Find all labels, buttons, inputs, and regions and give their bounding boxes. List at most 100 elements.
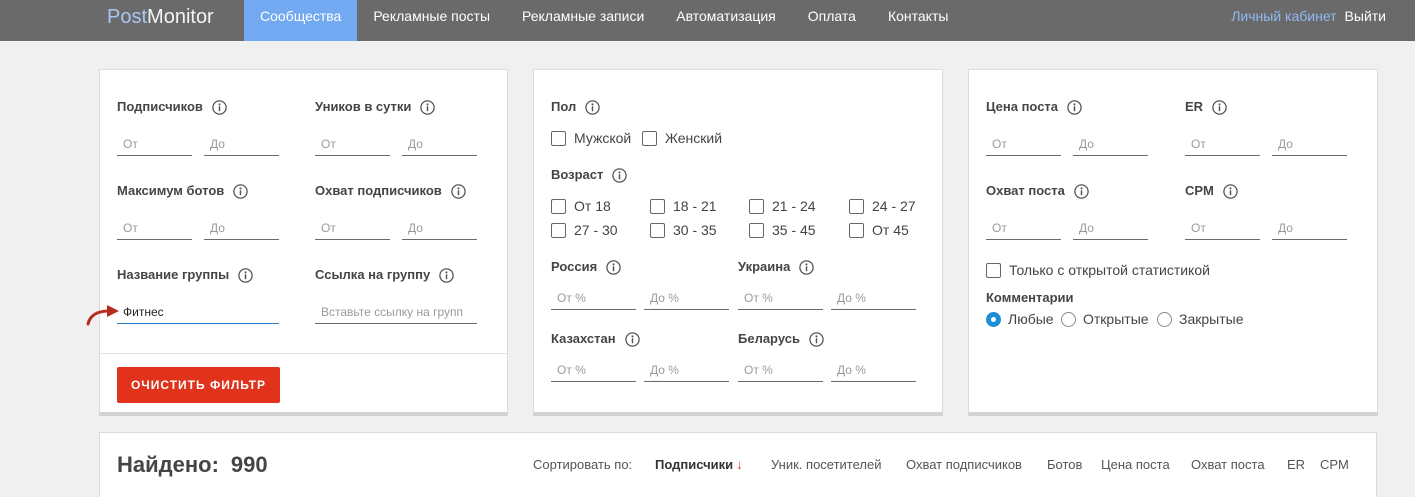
user-menu: Личный кабинет Выйти bbox=[1231, 0, 1386, 33]
sort-option-cpm[interactable]: CPM bbox=[1320, 457, 1349, 473]
cpm-from-input[interactable] bbox=[1185, 216, 1260, 240]
radio-icon[interactable] bbox=[1061, 311, 1076, 327]
radio-icon[interactable] bbox=[1157, 311, 1172, 327]
info-icon[interactable] bbox=[238, 267, 253, 283]
info-icon[interactable] bbox=[451, 183, 466, 199]
comments-closed-radio[interactable]: Закрытые bbox=[1157, 311, 1243, 327]
ukraine-to-input[interactable] bbox=[831, 286, 916, 310]
nav-item-ad-posts[interactable]: Рекламные посты bbox=[357, 0, 506, 41]
info-icon[interactable] bbox=[1212, 99, 1227, 115]
uniques-field-label: Уников в сутки bbox=[315, 99, 436, 115]
nav-item-automation[interactable]: Автоматизация bbox=[660, 0, 791, 41]
age-checkbox-21-24[interactable]: 21 - 24 bbox=[749, 198, 816, 214]
uniques-to-input[interactable] bbox=[402, 132, 477, 156]
checkbox-icon[interactable] bbox=[642, 130, 657, 146]
sort-option-er[interactable]: ER bbox=[1287, 457, 1305, 473]
checkbox-icon[interactable] bbox=[749, 222, 764, 238]
uniques-from-input[interactable] bbox=[315, 132, 390, 156]
post-price-to-input[interactable] bbox=[1073, 132, 1148, 156]
info-icon[interactable] bbox=[585, 99, 600, 115]
russia-to-input[interactable] bbox=[644, 286, 729, 310]
post-price-from-input[interactable] bbox=[986, 132, 1061, 156]
age-checkbox-from-45[interactable]: От 45 bbox=[849, 222, 909, 238]
post-reach-to-input[interactable] bbox=[1073, 216, 1148, 240]
max-bots-from-input[interactable] bbox=[117, 216, 192, 240]
info-icon[interactable] bbox=[612, 167, 628, 183]
nav-item-contacts[interactable]: Контакты bbox=[872, 0, 964, 41]
russia-from-input[interactable] bbox=[551, 286, 636, 310]
sort-option-post-reach[interactable]: Охват поста bbox=[1191, 457, 1265, 473]
subscriber-reach-from-input[interactable] bbox=[315, 216, 390, 240]
post-reach-from-input[interactable] bbox=[986, 216, 1061, 240]
group-link-input[interactable] bbox=[315, 300, 477, 324]
info-icon[interactable] bbox=[799, 259, 815, 275]
group-link-field-label: Ссылка на группу bbox=[315, 267, 454, 283]
checkbox-icon[interactable] bbox=[650, 222, 665, 238]
age-checkbox-30-35[interactable]: 30 - 35 bbox=[650, 222, 717, 238]
checkbox-icon[interactable] bbox=[650, 198, 665, 214]
kazakhstan-from-input[interactable] bbox=[551, 358, 636, 382]
info-icon[interactable] bbox=[212, 99, 227, 115]
checkbox-icon[interactable] bbox=[749, 198, 764, 214]
radio-icon[interactable] bbox=[986, 311, 1001, 327]
max-bots-to-input[interactable] bbox=[204, 216, 279, 240]
open-stats-only-checkbox[interactable]: Только с открытой статистикой bbox=[986, 262, 1210, 278]
checkbox-icon[interactable] bbox=[551, 198, 566, 214]
logo[interactable]: PostMonitor bbox=[107, 0, 214, 35]
kazakhstan-to-input[interactable] bbox=[644, 358, 729, 382]
sort-option-post-price[interactable]: Цена поста bbox=[1101, 457, 1170, 473]
checkbox-icon[interactable] bbox=[551, 130, 566, 146]
age-checkbox-24-27[interactable]: 24 - 27 bbox=[849, 198, 916, 214]
info-icon[interactable] bbox=[439, 267, 454, 283]
sort-option-bots[interactable]: Ботов bbox=[1047, 457, 1082, 473]
info-icon[interactable] bbox=[1223, 183, 1238, 199]
comments-any-radio[interactable]: Любые bbox=[986, 311, 1054, 327]
sort-option-unique-visitors[interactable]: Уник. посетителей bbox=[771, 457, 882, 473]
top-navbar: PostMonitor Сообщества Рекламные посты Р… bbox=[0, 0, 1415, 41]
comments-open-radio[interactable]: Открытые bbox=[1061, 311, 1149, 327]
info-icon[interactable] bbox=[1067, 99, 1082, 115]
belarus-from-input[interactable] bbox=[738, 358, 823, 382]
clear-filter-button[interactable]: ОЧИСТИТЬ ФИЛЬТР bbox=[117, 367, 280, 403]
er-to-input[interactable] bbox=[1272, 132, 1347, 156]
group-name-field-label: Название группы bbox=[117, 267, 253, 283]
info-icon[interactable] bbox=[233, 183, 249, 199]
russia-field-label: Россия bbox=[551, 259, 621, 275]
er-label-text: ER bbox=[1185, 99, 1204, 114]
sort-option-subscriber-reach[interactable]: Охват подписчиков bbox=[906, 457, 1022, 473]
group-name-input[interactable] bbox=[117, 300, 279, 324]
info-icon[interactable] bbox=[624, 331, 640, 347]
results-panel: Найдено: 990 Сортировать по: Подписчики ↓… bbox=[99, 432, 1377, 497]
gender-male-checkbox[interactable]: Мужской bbox=[551, 130, 631, 146]
info-icon[interactable] bbox=[809, 331, 824, 347]
age-checkbox-35-45[interactable]: 35 - 45 bbox=[749, 222, 816, 238]
arrow-down-icon: ↓ bbox=[736, 457, 743, 472]
age-checkbox-27-30[interactable]: 27 - 30 bbox=[551, 222, 618, 238]
checkbox-icon[interactable] bbox=[986, 262, 1001, 278]
ukraine-from-input[interactable] bbox=[738, 286, 823, 310]
logout-link[interactable]: Выйти bbox=[1345, 8, 1386, 24]
info-icon[interactable] bbox=[420, 99, 436, 115]
nav-item-communities[interactable]: Сообщества bbox=[244, 0, 358, 41]
checkbox-icon[interactable] bbox=[849, 222, 864, 238]
sort-option-subscribers[interactable]: Подписчики ↓ bbox=[655, 457, 743, 473]
checkbox-label: Женский bbox=[665, 130, 723, 146]
checkbox-label: 27 - 30 bbox=[574, 222, 618, 238]
found-label: Найдено: bbox=[117, 452, 219, 477]
belarus-to-input[interactable] bbox=[831, 358, 916, 382]
info-icon[interactable] bbox=[1074, 183, 1089, 199]
nav-item-ad-records[interactable]: Рекламные записи bbox=[506, 0, 660, 41]
checkbox-icon[interactable] bbox=[551, 222, 566, 238]
info-icon[interactable] bbox=[606, 259, 621, 275]
gender-female-checkbox[interactable]: Женский bbox=[642, 130, 722, 146]
account-link[interactable]: Личный кабинет bbox=[1231, 8, 1336, 24]
subscriber-reach-to-input[interactable] bbox=[402, 216, 477, 240]
subscribers-from-input[interactable] bbox=[117, 132, 192, 156]
age-checkbox-18-21[interactable]: 18 - 21 bbox=[650, 198, 717, 214]
er-from-input[interactable] bbox=[1185, 132, 1260, 156]
cpm-to-input[interactable] bbox=[1272, 216, 1347, 240]
age-checkbox-from-18[interactable]: От 18 bbox=[551, 198, 611, 214]
nav-item-payment[interactable]: Оплата bbox=[792, 0, 872, 41]
subscribers-to-input[interactable] bbox=[204, 132, 279, 156]
checkbox-icon[interactable] bbox=[849, 198, 864, 214]
